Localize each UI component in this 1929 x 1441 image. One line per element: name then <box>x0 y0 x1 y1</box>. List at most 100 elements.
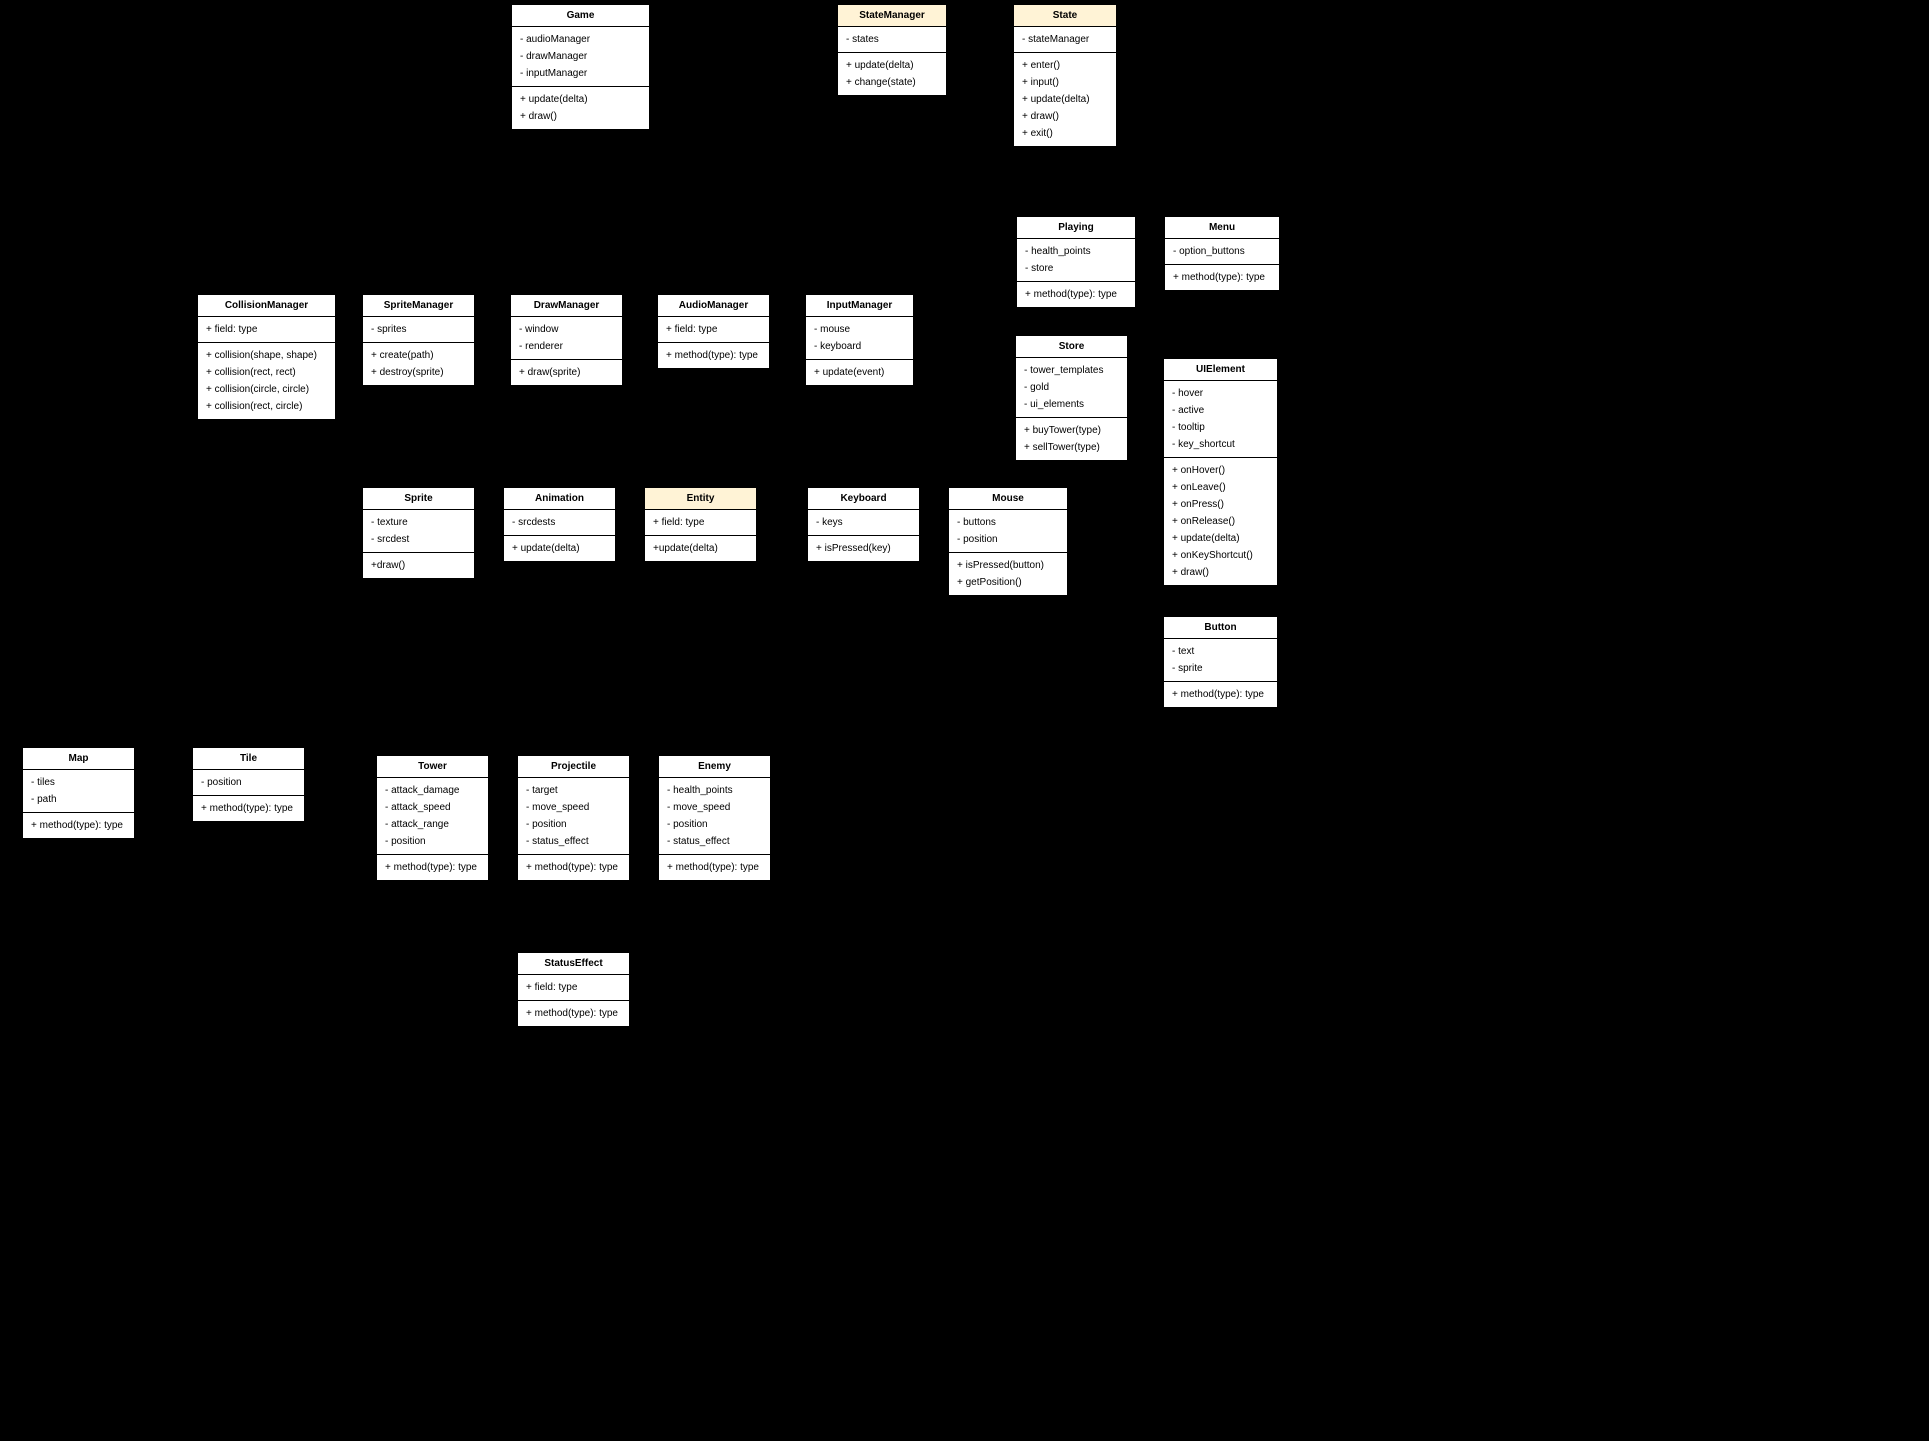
method-row: + enter() <box>1022 57 1108 74</box>
class-methods: + create(path)+ destroy(sprite) <box>363 343 474 385</box>
class-title: State <box>1014 5 1116 27</box>
uml-class-store: Store- tower_templates- gold- ui_element… <box>1015 335 1128 461</box>
class-title: SpriteManager <box>363 295 474 317</box>
class-title: Animation <box>504 488 615 510</box>
class-methods: + method(type): type <box>1165 265 1279 290</box>
attribute-row: + field: type <box>653 514 748 531</box>
attribute-row: - inputManager <box>520 65 641 82</box>
uml-class-statemanager: StateManager- states+ update(delta)+ cha… <box>837 4 947 96</box>
class-attributes: - tiles- path <box>23 770 134 813</box>
attribute-row: - position <box>385 833 480 850</box>
class-attributes: - keys <box>808 510 919 536</box>
class-methods: + onHover()+ onLeave()+ onPress()+ onRel… <box>1164 458 1277 585</box>
method-row: + destroy(sprite) <box>371 364 466 381</box>
class-methods: + method(type): type <box>193 796 304 821</box>
class-methods: + method(type): type <box>377 855 488 880</box>
method-row: + method(type): type <box>385 859 480 876</box>
class-title: Projectile <box>518 756 629 778</box>
class-methods: + update(delta)+ change(state) <box>838 53 946 95</box>
uml-class-sprite: Sprite- texture- srcdest+draw() <box>362 487 475 579</box>
attribute-row: - attack_range <box>385 816 480 833</box>
method-row: + isPressed(key) <box>816 540 911 557</box>
attribute-row: - path <box>31 791 126 808</box>
class-methods: + update(event) <box>806 360 913 385</box>
class-attributes: + field: type <box>198 317 335 343</box>
attribute-row: - move_speed <box>526 799 621 816</box>
attribute-row: - tooltip <box>1172 419 1269 436</box>
method-row: + method(type): type <box>1025 286 1127 303</box>
uml-class-inputmanager: InputManager- mouse- keyboard+ update(ev… <box>805 294 914 386</box>
class-attributes: - attack_damage- attack_speed- attack_ra… <box>377 778 488 855</box>
attribute-row: - texture <box>371 514 466 531</box>
attribute-row: - gold <box>1024 379 1119 396</box>
attribute-row: + field: type <box>526 979 621 996</box>
attribute-row: - drawManager <box>520 48 641 65</box>
attribute-row: - hover <box>1172 385 1269 402</box>
class-title: Game <box>512 5 649 27</box>
class-title: StatusEffect <box>518 953 629 975</box>
method-row: + collision(shape, shape) <box>206 347 327 364</box>
class-title: Mouse <box>949 488 1067 510</box>
class-methods: + buyTower(type)+ sellTower(type) <box>1016 418 1127 460</box>
class-methods: +update(delta) <box>645 536 756 561</box>
class-methods: + update(delta) <box>504 536 615 561</box>
uml-class-drawmanager: DrawManager- window- renderer+ draw(spri… <box>510 294 623 386</box>
method-row: + method(type): type <box>1173 269 1271 286</box>
class-methods: + enter()+ input()+ update(delta)+ draw(… <box>1014 53 1116 146</box>
attribute-row: - audioManager <box>520 31 641 48</box>
class-title: Entity <box>645 488 756 510</box>
attribute-row: - option_buttons <box>1173 243 1271 260</box>
uml-class-tile: Tile- position+ method(type): type <box>192 747 305 822</box>
method-row: +update(delta) <box>653 540 748 557</box>
class-methods: + method(type): type <box>1164 682 1277 707</box>
method-row: + sellTower(type) <box>1024 439 1119 456</box>
class-title: Store <box>1016 336 1127 358</box>
class-methods: + collision(shape, shape)+ collision(rec… <box>198 343 335 419</box>
class-attributes: - stateManager <box>1014 27 1116 53</box>
method-row: + method(type): type <box>667 859 762 876</box>
uml-class-audiomanager: AudioManager+ field: type+ method(type):… <box>657 294 770 369</box>
method-row: + draw(sprite) <box>519 364 614 381</box>
class-attributes: - buttons- position <box>949 510 1067 553</box>
class-attributes: - text- sprite <box>1164 639 1277 682</box>
attribute-row: - store <box>1025 260 1127 277</box>
uml-class-animation: Animation - srcdests + update(delta) <box>503 487 616 562</box>
method-row: + onRelease() <box>1172 513 1269 530</box>
class-methods: + method(type): type <box>518 855 629 880</box>
method-row: + update(delta) <box>520 91 641 108</box>
method-row: + exit() <box>1022 125 1108 142</box>
method-row: + create(path) <box>371 347 466 364</box>
uml-class-game: Game - audioManager- drawManager- inputMa… <box>511 4 650 130</box>
method-row: + update(delta) <box>1172 530 1269 547</box>
attribute-row: - attack_damage <box>385 782 480 799</box>
method-row: + draw() <box>1022 108 1108 125</box>
method-row: + update(delta) <box>512 540 607 557</box>
attribute-row: - srcdests <box>512 514 607 531</box>
attribute-row: - position <box>957 531 1059 548</box>
method-row: + draw() <box>1172 564 1269 581</box>
class-attributes: - sprites <box>363 317 474 343</box>
class-title: DrawManager <box>511 295 622 317</box>
attribute-row: - position <box>201 774 296 791</box>
class-title: Enemy <box>659 756 770 778</box>
uml-class-projectile: Projectile- target- move_speed- position… <box>517 755 630 881</box>
class-title: Button <box>1164 617 1277 639</box>
attribute-row: - text <box>1172 643 1269 660</box>
method-row: + method(type): type <box>526 859 621 876</box>
attribute-row: - states <box>846 31 938 48</box>
method-row: + input() <box>1022 74 1108 91</box>
class-attributes: - hover- active- tooltip- key_shortcut <box>1164 381 1277 458</box>
uml-class-spritemanager: SpriteManager- sprites+ create(path)+ de… <box>362 294 475 386</box>
attribute-row: - renderer <box>519 338 614 355</box>
class-title: Tower <box>377 756 488 778</box>
uml-class-state: State- stateManager+ enter()+ input()+ u… <box>1013 4 1117 147</box>
uml-class-enemy: Enemy- health_points- move_speed- positi… <box>658 755 771 881</box>
uml-class-tower: Tower- attack_damage- attack_speed- atta… <box>376 755 489 881</box>
class-title: Map <box>23 748 134 770</box>
attribute-row: - attack_speed <box>385 799 480 816</box>
method-row: + onHover() <box>1172 462 1269 479</box>
method-row: + change(state) <box>846 74 938 91</box>
class-attributes: - health_points- move_speed- position- s… <box>659 778 770 855</box>
uml-class-menu: Menu- option_buttons+ method(type): type <box>1164 216 1280 291</box>
method-row: + isPressed(button) <box>957 557 1059 574</box>
